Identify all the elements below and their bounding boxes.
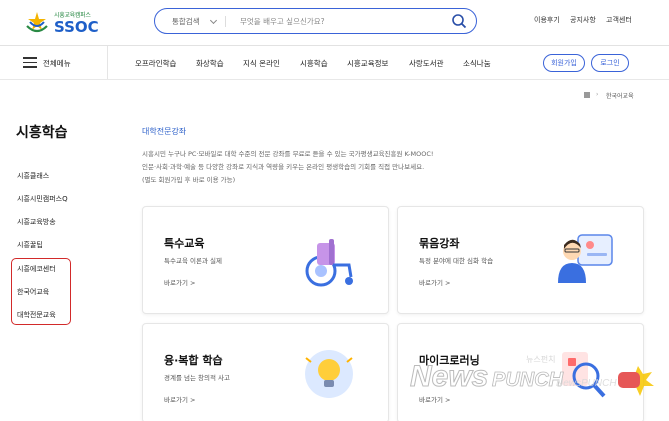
sidebar-title: 시흥학습 bbox=[16, 125, 68, 141]
card-link[interactable]: 바로가기 > bbox=[164, 394, 195, 404]
home-icon[interactable] bbox=[584, 92, 590, 98]
signup-button[interactable]: 회원가입 bbox=[543, 54, 585, 72]
intro-line: (별도 회원가입 후 바로 이용 가능) bbox=[142, 176, 236, 184]
sidebar-item-class[interactable]: 시흥클래스 bbox=[17, 171, 49, 181]
nav-divider bbox=[0, 79, 669, 80]
header: 시흥교육캠퍼스 SSOC 통합검색 무엇을 배우고 싶으신가요? 이용후기 공지… bbox=[0, 0, 669, 44]
magnifier-doc-icon bbox=[562, 352, 606, 398]
link-support[interactable]: 고객센터 bbox=[606, 15, 632, 25]
link-reviews[interactable]: 이용후기 bbox=[534, 15, 560, 25]
search-bar[interactable]: 통합검색 무엇을 배우고 싶으신가요? bbox=[154, 8, 477, 34]
search-icon[interactable] bbox=[451, 13, 467, 29]
site-logo[interactable]: 시흥교육캠퍼스 SSOC bbox=[24, 7, 104, 36]
card-link[interactable]: 바로가기 > bbox=[419, 277, 450, 287]
course-card-special-ed[interactable]: 특수교육 특수교육 이론과 실제 바로가기 > bbox=[142, 206, 389, 314]
card-title: 마이크로러닝 bbox=[419, 354, 480, 367]
logo-title: SSOC bbox=[54, 18, 99, 36]
nav-item-siheung-learning[interactable]: 시흥학습 bbox=[300, 58, 328, 69]
course-card-bundle[interactable]: 묶음강좌 특정 분야에 대한 심화 학습 바로가기 > bbox=[397, 206, 644, 314]
logo-mark-icon bbox=[26, 12, 48, 33]
lightbulb-icon bbox=[305, 350, 353, 398]
nav-item-knowledge[interactable]: 지식 온라인 bbox=[243, 58, 280, 69]
sidebar-item-broadcast[interactable]: 시흥교육방송 bbox=[17, 217, 56, 227]
wheelchair-icon bbox=[305, 239, 353, 287]
card-title: 융·복합 학습 bbox=[164, 354, 223, 367]
breadcrumb-current[interactable]: 한국어교육 bbox=[606, 91, 634, 100]
card-desc: 특정 분야에 대한 심화 학습 bbox=[419, 257, 494, 265]
online-lecture-icon bbox=[558, 234, 613, 283]
sidebar-highlight-box bbox=[11, 258, 71, 325]
nav-item-offline[interactable]: 오프라인학습 bbox=[135, 58, 176, 69]
card-desc: 특수교육 이론과 실제 bbox=[164, 257, 222, 265]
intro-line: 인문·사회·과학·예술 등 다양한 강좌로 지식과 역량을 키우는 온라인 평생… bbox=[142, 163, 425, 171]
main-nav: 전체메뉴 오프라인학습 화상학습 지식 온라인 시흥학습 시흥교육정보 사랑도서… bbox=[0, 46, 669, 79]
sidebar-item-campus[interactable]: 시흥시민캠퍼스Q bbox=[17, 194, 68, 204]
all-menu-button[interactable]: 전체메뉴 bbox=[43, 58, 71, 69]
section-label: 대학전문강좌 bbox=[142, 127, 187, 136]
search-category-select[interactable]: 통합검색 bbox=[172, 16, 200, 27]
card-title: 묶음강좌 bbox=[419, 237, 460, 250]
nav-item-library[interactable]: 사랑도서관 bbox=[409, 58, 444, 69]
card-link[interactable]: 바로가기 > bbox=[164, 277, 195, 287]
search-divider bbox=[225, 16, 226, 27]
search-input[interactable]: 무엇을 배우고 싶으신가요? bbox=[240, 16, 325, 27]
nav-item-edu-info[interactable]: 시흥교육정보 bbox=[347, 58, 388, 69]
chevron-down-icon bbox=[209, 16, 218, 25]
card-link[interactable]: 바로가기 > bbox=[419, 394, 450, 404]
course-card-convergence[interactable]: 융·복합 학습 경계를 넘는 창의적 사고 바로가기 > bbox=[142, 323, 389, 421]
intro-line: 시흥시민 누구나 PC·모바일로 대학 수준의 전문 강좌를 무료로 듣을 수 … bbox=[142, 150, 434, 158]
breadcrumb-arrow-icon: › bbox=[596, 91, 599, 98]
nav-item-video[interactable]: 화상학습 bbox=[196, 58, 224, 69]
card-desc: 경계를 넘는 창의적 사고 bbox=[164, 374, 230, 382]
login-button[interactable]: 로그인 bbox=[591, 54, 629, 72]
course-card-microlearning[interactable]: 마이크로러닝 바로가기 > bbox=[397, 323, 644, 421]
link-notices[interactable]: 공지사항 bbox=[570, 15, 596, 25]
nav-item-news[interactable]: 소식나눔 bbox=[463, 58, 491, 69]
hamburger-menu-icon[interactable] bbox=[23, 57, 37, 68]
sidebar-item-tips[interactable]: 시흥꿀팁 bbox=[17, 240, 43, 250]
card-title: 특수교육 bbox=[164, 237, 205, 250]
nav-separator bbox=[107, 46, 108, 79]
